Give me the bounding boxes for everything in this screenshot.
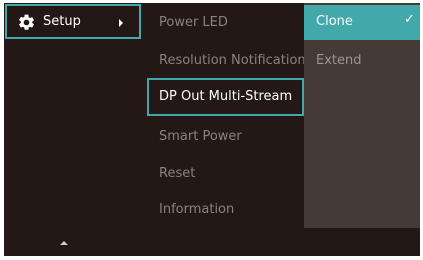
submenu-item-smart-power[interactable]: Smart Power (159, 129, 242, 145)
submenu-item-dp-out-multi-stream[interactable]: DP Out Multi-Stream (147, 78, 304, 116)
submenu-item-power-led[interactable]: Power LED (159, 15, 228, 31)
submenu-item-resolution-notification[interactable]: Resolution Notification (159, 53, 306, 69)
submenu-column: Power LED Resolution Notification DP Out… (147, 3, 306, 256)
gear-icon (19, 14, 34, 30)
submenu-item-reset[interactable]: Reset (159, 166, 195, 182)
option-clone[interactable]: Clone ✓ (304, 5, 420, 40)
chevron-right-icon (119, 19, 123, 27)
up-arrow-icon[interactable] (60, 241, 68, 245)
options-column: Clone ✓ Extend (304, 3, 420, 256)
submenu-item-dp-out-multi-stream-label: DP Out Multi-Stream (159, 89, 293, 104)
menu-item-setup-label: Setup (43, 14, 81, 29)
option-clone-label: Clone (316, 14, 353, 29)
submenu-item-information[interactable]: Information (159, 202, 234, 218)
option-extend[interactable]: Extend (316, 53, 362, 69)
menu-item-setup[interactable]: Setup (5, 4, 141, 39)
checkmark-icon: ✓ (404, 12, 415, 27)
osd-menu: Setup Power LED Resolution Notification … (4, 3, 420, 256)
main-menu-column: Setup (4, 3, 147, 256)
